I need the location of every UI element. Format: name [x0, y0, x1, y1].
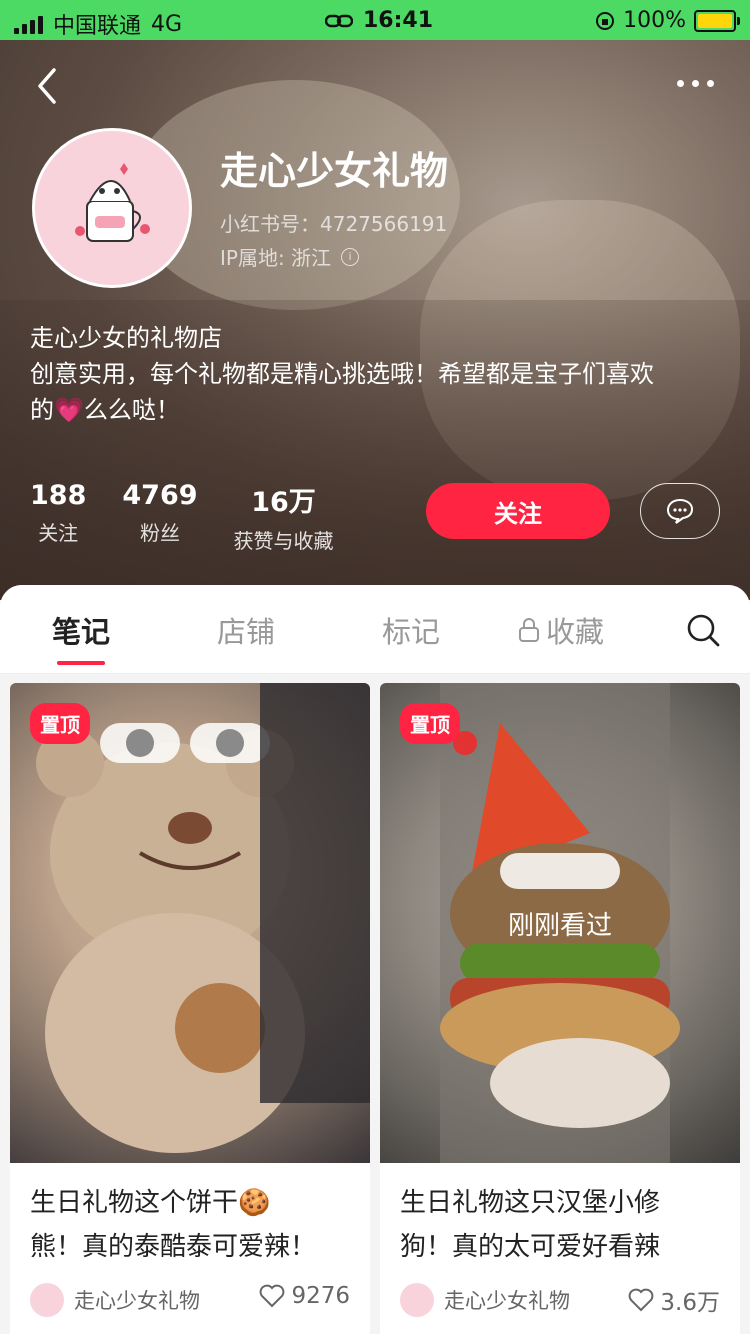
rotation-lock-icon	[596, 11, 615, 30]
note-author[interactable]: 走心少女礼物	[30, 1283, 200, 1317]
ip-location: IP属地: 浙江 i	[220, 242, 360, 271]
profile-tabs: 笔记 店铺 标记 收藏	[0, 585, 750, 674]
author-name: 走心少女礼物	[74, 1289, 200, 1313]
lock-icon	[519, 618, 539, 642]
tab-shop[interactable]: 店铺	[217, 609, 275, 651]
profile-name: 走心少女礼物	[220, 149, 449, 193]
author-avatar	[400, 1283, 434, 1317]
stat-label: 粉丝	[139, 521, 180, 545]
tab-label: 笔记	[52, 615, 111, 649]
bio-line: 的💗么么哒！	[30, 396, 180, 424]
ip-location-label: IP属地: 浙江	[220, 246, 332, 270]
like-count: 9276	[291, 1283, 350, 1309]
stat-value: 16万	[251, 487, 316, 518]
tab-marks[interactable]: 标记	[382, 609, 440, 651]
bio-line: 走心少女的礼物店	[30, 324, 222, 352]
more-options-icon[interactable]	[677, 80, 714, 87]
heart-icon	[260, 1284, 285, 1308]
follow-button[interactable]: 关注	[426, 483, 610, 539]
note-cover-image[interactable]	[10, 683, 370, 1163]
stat-label: 获赞与收藏	[233, 529, 334, 553]
note-title[interactable]: 生日礼物这只汉堡小修 狗！真的太可爱好看辣	[400, 1181, 720, 1269]
note-title-line: 生日礼物这只汉堡小修	[400, 1188, 661, 1218]
battery-icon	[694, 9, 740, 32]
carrier-label: 中国联通	[53, 14, 142, 39]
tab-label: 店铺	[217, 615, 276, 649]
note-card[interactable]: 置顶 生日礼物这个饼干🍪 熊！真的泰酷泰可爱辣！ 走心少女礼物 9276	[10, 683, 370, 1334]
link-icon	[325, 14, 353, 27]
note-title-line: 狗！真的太可爱好看辣	[400, 1232, 661, 1262]
tab-label: 收藏	[546, 615, 605, 649]
profile-header: 走心少女礼物 小红书号：4727566191 IP属地: 浙江 i 走心少女的礼…	[0, 40, 750, 600]
like-count: 3.6万	[660, 1290, 720, 1316]
heart-icon	[629, 1288, 654, 1312]
bio-line: 创意实用，每个礼物都是精心挑选哦！希望都是宝子们喜欢	[30, 360, 654, 388]
note-title-line: 熊！真的泰酷泰可爱辣！	[30, 1232, 317, 1262]
author-name: 走心少女礼物	[444, 1289, 570, 1313]
pinned-badge: 置顶	[30, 703, 90, 744]
like-button[interactable]: 9276	[259, 1283, 350, 1309]
stat-following[interactable]: 188 关注	[30, 480, 86, 554]
note-title[interactable]: 生日礼物这个饼干🍪 熊！真的泰酷泰可爱辣！	[30, 1181, 350, 1269]
recently-viewed-label: 刚刚看过	[507, 911, 612, 941]
note-title-line: 生日礼物这个饼干🍪	[30, 1188, 271, 1218]
tab-label: 标记	[382, 615, 441, 649]
search-icon[interactable]	[686, 613, 720, 647]
profile-stats: 188 关注 4769 粉丝 16万 获赞与收藏	[30, 480, 334, 554]
note-card[interactable]: 置顶 刚刚看过 生日礼物这只汉堡小修 狗！真的太可爱好看辣 走心少女礼物 3.6…	[380, 683, 740, 1334]
back-arrow-icon[interactable]	[32, 66, 62, 106]
battery-percent: 100%	[623, 8, 686, 33]
note-author[interactable]: 走心少女礼物	[400, 1283, 570, 1317]
info-icon[interactable]: i	[341, 247, 360, 266]
message-button[interactable]	[640, 483, 720, 539]
like-button[interactable]: 3.6万	[628, 1283, 720, 1317]
clock: 16:41	[363, 8, 434, 33]
tab-collections[interactable]: 收藏	[518, 609, 604, 651]
chat-bubble-icon	[666, 498, 694, 524]
red-id: 小红书号：4727566191	[220, 212, 448, 236]
pinned-badge: 置顶	[400, 703, 460, 744]
profile-bio: 走心少女的礼物店 创意实用，每个礼物都是精心挑选哦！希望都是宝子们喜欢 的💗么么…	[30, 320, 720, 428]
active-tab-indicator	[57, 661, 106, 665]
author-avatar	[30, 1283, 64, 1317]
avatar[interactable]	[32, 128, 192, 288]
stat-likes-collects[interactable]: 16万 获赞与收藏	[234, 480, 334, 554]
network-label: 4G	[151, 11, 183, 37]
stat-label: 关注	[38, 521, 79, 545]
status-bar: 中国联通 4G 16:41 100%	[0, 0, 750, 40]
stat-value: 188	[30, 480, 87, 511]
stat-value: 4769	[122, 480, 198, 511]
content-sheet: 笔记 店铺 标记 收藏 置顶 生日礼物这个饼干🍪 熊！真的泰酷泰可爱辣！ 走心少…	[0, 585, 750, 1334]
tab-notes[interactable]: 笔记	[52, 609, 111, 665]
stat-followers[interactable]: 4769 粉丝	[122, 480, 197, 554]
signal-icon	[14, 14, 43, 34]
